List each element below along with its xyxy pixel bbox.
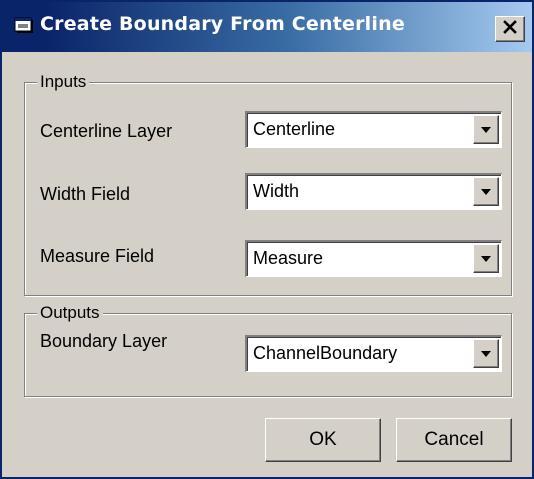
boundary-layer-value: ChannelBoundary <box>253 343 398 363</box>
width-field-value: Width <box>253 181 300 201</box>
boundary-layer-label: Boundary Layer <box>40 331 168 351</box>
centerline-layer-dropdown[interactable]: Centerline <box>245 111 502 148</box>
width-field-dropdown[interactable]: Width <box>245 173 502 210</box>
measure-field-label: Measure Field <box>40 246 155 266</box>
width-field-label: Width Field <box>40 184 131 204</box>
chevron-down-icon <box>480 121 492 139</box>
inputs-group-legend: Inputs <box>37 72 90 92</box>
outputs-group-legend: Outputs <box>37 303 103 323</box>
boundary-layer-dropdown[interactable]: ChannelBoundary <box>245 335 502 372</box>
window-title: Create Boundary From Centerline <box>40 13 405 35</box>
chevron-down-icon <box>480 183 492 201</box>
measure-field-value: Measure <box>253 248 324 268</box>
chevron-down-icon <box>480 250 492 268</box>
dropdown-arrow-button[interactable] <box>473 115 499 144</box>
centerline-layer-value: Centerline <box>253 119 336 139</box>
dialog-window: Create Boundary From Centerline Inputs C… <box>0 0 534 479</box>
measure-field-dropdown[interactable]: Measure <box>245 240 502 277</box>
chevron-down-icon <box>480 345 492 363</box>
dropdown-arrow-button[interactable] <box>473 339 499 368</box>
dropdown-arrow-button[interactable] <box>473 177 499 206</box>
ok-button[interactable]: OK <box>265 418 381 462</box>
close-icon <box>502 19 518 39</box>
close-button[interactable] <box>495 16 525 42</box>
window-app-icon <box>14 17 34 35</box>
cancel-button[interactable]: Cancel <box>396 418 512 462</box>
dropdown-arrow-button[interactable] <box>473 244 499 273</box>
centerline-layer-label: Centerline Layer <box>40 121 173 141</box>
title-bar[interactable]: Create Boundary From Centerline <box>2 2 532 52</box>
